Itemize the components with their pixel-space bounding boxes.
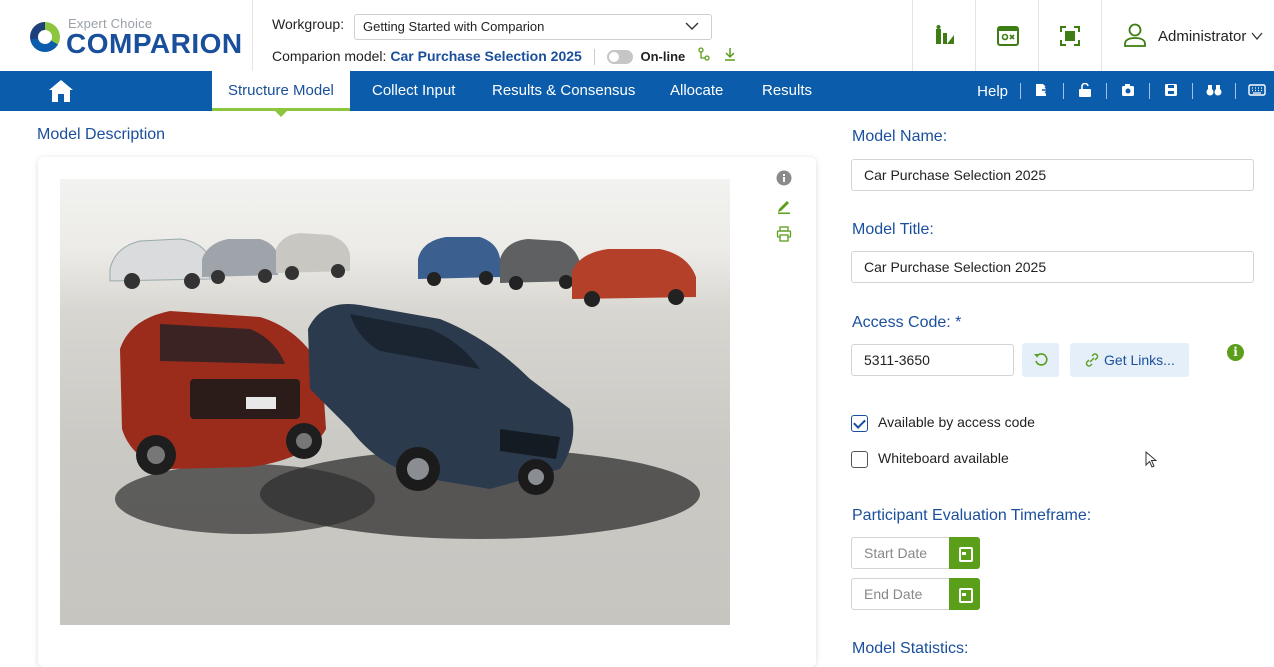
workgroup-select[interactable]: Getting Started with Comparion <box>354 14 712 40</box>
divider <box>975 0 976 71</box>
main-nav: Structure Model Collect Input Results & … <box>0 71 1274 117</box>
model-label: Comparion model: <box>272 48 387 64</box>
end-date-input[interactable]: End Date <box>851 578 949 610</box>
chevron-down-icon <box>1251 32 1263 41</box>
regenerate-code-button[interactable] <box>1022 343 1059 377</box>
model-description-title: Model Description <box>37 126 166 143</box>
get-links-label: Get Links... <box>1104 352 1175 368</box>
refresh-icon <box>1033 353 1048 366</box>
unlock-icon[interactable] <box>1076 82 1094 100</box>
model-name-input[interactable]: Car Purchase Selection 2025 <box>851 159 1254 191</box>
divider <box>1106 83 1107 99</box>
divider <box>1020 83 1021 99</box>
model-description-image <box>60 179 730 625</box>
tab-results-consensus[interactable]: Results & Consensus <box>476 71 651 111</box>
keyboard-icon[interactable] <box>1248 83 1266 100</box>
map-view-icon[interactable] <box>996 24 1020 48</box>
access-code-info-icon[interactable]: i <box>1227 344 1244 361</box>
export-icon[interactable] <box>1033 83 1051 100</box>
print-icon[interactable] <box>773 226 795 254</box>
download-icon[interactable] <box>723 48 737 64</box>
model-name-link[interactable]: Car Purchase Selection 2025 <box>390 48 581 64</box>
chevron-down-icon <box>685 19 699 36</box>
binoculars-icon[interactable] <box>1205 83 1223 100</box>
divider <box>1038 0 1039 71</box>
divider <box>1235 83 1236 99</box>
model-title-input[interactable]: Car Purchase Selection 2025 <box>851 251 1254 283</box>
available-by-access-code-label: Available by access code <box>878 414 1035 430</box>
access-code-input[interactable]: 5311-3650 <box>851 344 1014 376</box>
online-label: On-line <box>640 49 686 64</box>
available-by-access-code-checkbox[interactable] <box>851 415 868 432</box>
model-line: Comparion model: Car Purchase Selection 2… <box>272 47 737 66</box>
save-icon[interactable] <box>1162 83 1180 100</box>
logo-mark <box>30 22 60 52</box>
car-lineup-illustration <box>109 233 700 539</box>
workgroup-value: Getting Started with Comparion <box>363 19 545 34</box>
start-date-input[interactable]: Start Date <box>851 537 949 569</box>
link-icon <box>1085 353 1099 367</box>
tab-structure-model[interactable]: Structure Model <box>212 71 350 117</box>
comparion-logo[interactable]: Expert Choice COMPARION <box>30 12 243 62</box>
fullscreen-icon[interactable] <box>1058 24 1082 48</box>
divider <box>912 0 913 71</box>
nav-toolbar: Help <box>977 71 1266 111</box>
hierarchy-icon[interactable] <box>697 47 715 64</box>
app-header: Expert Choice COMPARION Workgroup: Getti… <box>0 0 1274 71</box>
workgroup-label: Workgroup: <box>272 16 345 32</box>
info-icon[interactable] <box>773 170 795 198</box>
whiteboard-available-label: Whiteboard available <box>878 450 1009 466</box>
divider <box>1149 83 1150 99</box>
get-links-button[interactable]: Get Links... <box>1070 343 1189 377</box>
whiteboard-available-checkbox[interactable] <box>851 451 868 468</box>
edit-pencil-icon[interactable] <box>773 198 795 226</box>
divider <box>1101 0 1102 71</box>
camera-icon[interactable] <box>1119 83 1137 100</box>
mouse-cursor-icon <box>1145 451 1157 468</box>
description-actions <box>773 170 795 254</box>
model-statistics-label: Model Statistics: <box>852 640 969 657</box>
help-link[interactable]: Help <box>977 83 1008 100</box>
end-date-calendar-icon[interactable] <box>949 578 980 610</box>
user-menu[interactable]: Administrator <box>1158 28 1263 45</box>
logo-big-text: COMPARION <box>66 28 243 59</box>
divider <box>593 49 595 66</box>
tab-collect-input[interactable]: Collect Input <box>356 71 471 111</box>
user-name: Administrator <box>1158 28 1247 45</box>
start-date-calendar-icon[interactable] <box>949 537 980 569</box>
user-icon[interactable] <box>1122 22 1148 48</box>
timeframe-label: Participant Evaluation Timeframe: <box>852 507 1092 524</box>
model-name-label: Model Name: <box>852 128 948 145</box>
charts-icon[interactable] <box>933 24 957 48</box>
divider <box>1063 83 1064 99</box>
home-icon[interactable] <box>48 79 74 103</box>
access-code-label: Access Code: * <box>852 314 962 331</box>
divider <box>1192 83 1193 99</box>
divider <box>252 0 253 71</box>
model-title-label: Model Title: <box>852 221 934 238</box>
online-toggle[interactable] <box>606 50 633 65</box>
tab-allocate[interactable]: Allocate <box>654 71 739 111</box>
tab-results[interactable]: Results <box>746 71 828 111</box>
